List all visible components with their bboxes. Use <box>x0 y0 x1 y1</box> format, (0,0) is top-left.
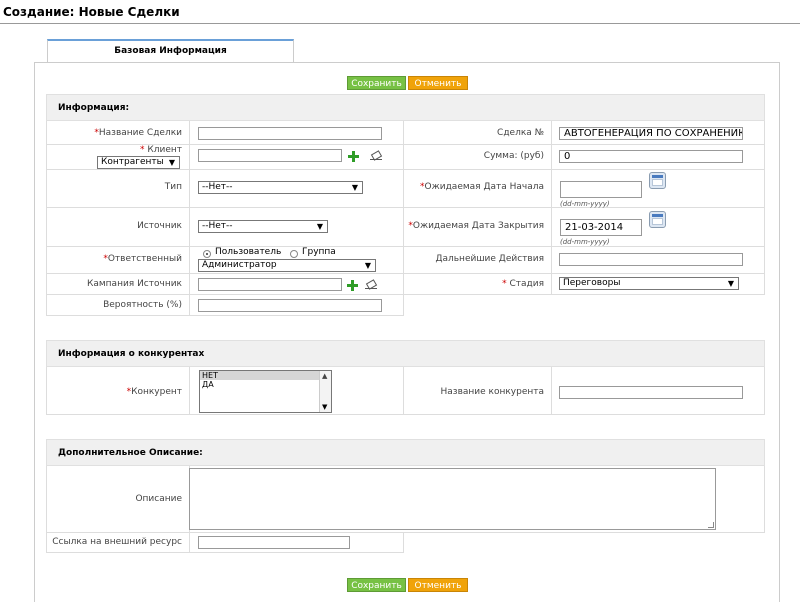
start-date-hint: (dd-mm-yyyy) <box>560 200 610 208</box>
campaign-input[interactable] <box>198 278 342 291</box>
type-select[interactable]: --Нет-- ▼ <box>198 181 363 194</box>
competitor-label: *Конкурент <box>126 387 182 397</box>
source-select[interactable]: --Нет-- ▼ <box>198 220 328 233</box>
probability-input[interactable] <box>198 299 382 312</box>
clear-campaign-icon[interactable] <box>365 280 377 290</box>
external-link-input[interactable] <box>198 536 350 549</box>
chevron-down-icon: ▼ <box>168 158 175 167</box>
grid-line <box>46 121 47 316</box>
competitor-listbox[interactable]: НЕТ ДА ▲ ▼ <box>199 370 332 413</box>
grid-line <box>403 532 404 553</box>
client-label: * Клиент <box>139 145 182 155</box>
section-header-competitors: Информация о конкурентах <box>46 340 765 367</box>
type-label: Тип <box>164 182 182 192</box>
amount-input[interactable]: 0 <box>559 150 743 163</box>
grid-line <box>189 121 190 316</box>
scrollbar[interactable]: ▲ ▼ <box>319 371 331 412</box>
owner-radio-user-label: Пользователь <box>215 247 282 257</box>
scroll-up-icon[interactable]: ▲ <box>322 372 327 380</box>
list-item[interactable]: НЕТ <box>200 371 331 380</box>
chevron-down-icon: ▼ <box>727 279 734 288</box>
grid-line <box>46 273 765 274</box>
grid-line <box>46 532 765 533</box>
chevron-down-icon: ▼ <box>364 261 371 270</box>
deal-name-input[interactable] <box>198 127 382 140</box>
grid-line <box>46 552 404 553</box>
save-button-top[interactable]: Сохранить <box>347 76 406 90</box>
grid-line <box>46 466 47 553</box>
start-date-input[interactable] <box>560 181 642 198</box>
client-input[interactable] <box>198 149 342 162</box>
competitor-name-label: Название конкурента <box>440 387 545 397</box>
campaign-label: Кампания Источник <box>86 279 182 289</box>
competitor-name-input[interactable] <box>559 386 743 399</box>
grid-line <box>403 367 404 415</box>
cancel-button-top[interactable]: Отменить <box>408 76 468 90</box>
grid-line <box>46 367 47 415</box>
grid-line <box>46 246 765 247</box>
client-type-select[interactable]: Контрагенты ▼ <box>97 156 180 169</box>
calendar-icon[interactable] <box>649 211 666 228</box>
clear-client-icon[interactable] <box>370 151 382 161</box>
owner-label: *Ответственный <box>103 254 182 264</box>
tab-basic-info[interactable]: Базовая Информация <box>47 39 294 63</box>
grid-line <box>764 121 765 295</box>
stage-select[interactable]: Переговоры ▼ <box>559 277 739 290</box>
external-link-label: Ссылка на внешний ресурс <box>52 537 182 547</box>
deal-no-input[interactable]: АВТОГЕНЕРАЦИЯ ПО СОХРАНЕНИЮ <box>559 127 743 140</box>
page-title: Создание: Новые Сделки <box>3 5 180 19</box>
owner-radio-user[interactable] <box>203 250 211 258</box>
next-steps-label: Дальнейшие Действия <box>435 254 544 264</box>
cancel-button-bottom[interactable]: Отменить <box>408 578 468 592</box>
grid-line <box>764 367 765 415</box>
deal-no-label: Сделка № <box>497 128 544 138</box>
add-client-icon[interactable] <box>348 151 359 162</box>
source-label: Источник <box>137 221 182 231</box>
resize-handle-icon[interactable] <box>708 522 714 528</box>
amount-label: Сумма: (руб) <box>483 151 544 161</box>
chevron-down-icon: ▼ <box>351 183 358 192</box>
description-label: Описание <box>135 494 182 504</box>
close-date-input[interactable]: 21-03-2014 <box>560 219 642 236</box>
owner-radio-group-label: Группа <box>302 247 336 257</box>
save-button-bottom[interactable]: Сохранить <box>347 578 406 592</box>
add-campaign-icon[interactable] <box>347 280 358 291</box>
deal-name-label: *Название Сделки <box>94 128 182 138</box>
grid-line <box>46 294 765 295</box>
calendar-icon[interactable] <box>649 172 666 189</box>
grid-line <box>46 315 404 316</box>
section-header-info: Информация: <box>46 94 765 121</box>
grid-line <box>46 207 765 208</box>
probability-label: Вероятность (%) <box>103 300 182 310</box>
owner-radio-group[interactable] <box>290 250 298 258</box>
close-date-label: *Ожидаемая Дата Закрытия <box>408 221 544 231</box>
list-item[interactable]: ДА <box>200 380 331 389</box>
description-textarea[interactable] <box>189 468 716 530</box>
close-date-hint: (dd-mm-yyyy) <box>560 238 610 246</box>
grid-line <box>46 169 765 170</box>
grid-line <box>46 414 765 415</box>
start-date-label: *Ожидаемая Дата Начала <box>420 182 544 192</box>
grid-line <box>189 367 190 415</box>
grid-line <box>403 121 404 316</box>
owner-select[interactable]: Администратор ▼ <box>198 259 376 272</box>
chevron-down-icon: ▼ <box>316 222 323 231</box>
grid-line <box>551 367 552 415</box>
scroll-down-icon[interactable]: ▼ <box>322 403 327 411</box>
grid-line <box>764 466 765 532</box>
title-divider <box>0 23 800 24</box>
next-steps-input[interactable] <box>559 253 743 266</box>
section-header-extra: Дополнительное Описание: <box>46 439 765 466</box>
stage-label: * Стадия <box>502 279 544 289</box>
grid-line <box>551 121 552 295</box>
